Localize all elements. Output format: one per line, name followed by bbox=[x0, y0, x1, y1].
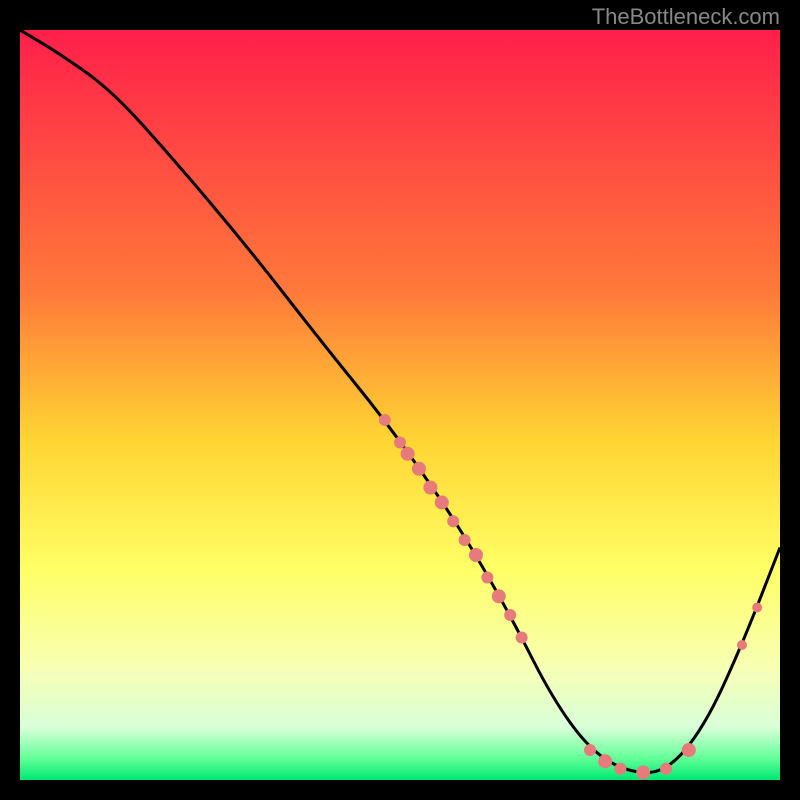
data-marker bbox=[469, 548, 483, 562]
data-marker bbox=[401, 447, 415, 461]
data-marker bbox=[598, 754, 612, 768]
data-marker bbox=[516, 632, 528, 644]
data-marker bbox=[584, 744, 596, 756]
data-marker bbox=[660, 763, 672, 775]
attribution-text: TheBottleneck.com bbox=[592, 4, 780, 30]
data-marker bbox=[737, 640, 747, 650]
data-marker bbox=[423, 481, 437, 495]
data-marker bbox=[481, 572, 493, 584]
data-marker bbox=[752, 603, 762, 613]
data-marker bbox=[636, 766, 650, 780]
data-marker bbox=[682, 743, 696, 757]
data-marker bbox=[614, 763, 626, 775]
data-marker bbox=[447, 515, 459, 527]
plot-svg bbox=[20, 30, 780, 780]
data-marker bbox=[459, 534, 471, 546]
data-marker bbox=[379, 414, 391, 426]
data-marker bbox=[394, 437, 406, 449]
data-marker bbox=[492, 589, 506, 603]
data-marker bbox=[435, 496, 449, 510]
gradient-background bbox=[20, 30, 780, 780]
data-marker bbox=[504, 609, 516, 621]
chart-container: TheBottleneck.com bbox=[0, 0, 800, 800]
plot-area bbox=[20, 30, 780, 780]
data-marker bbox=[412, 462, 426, 476]
